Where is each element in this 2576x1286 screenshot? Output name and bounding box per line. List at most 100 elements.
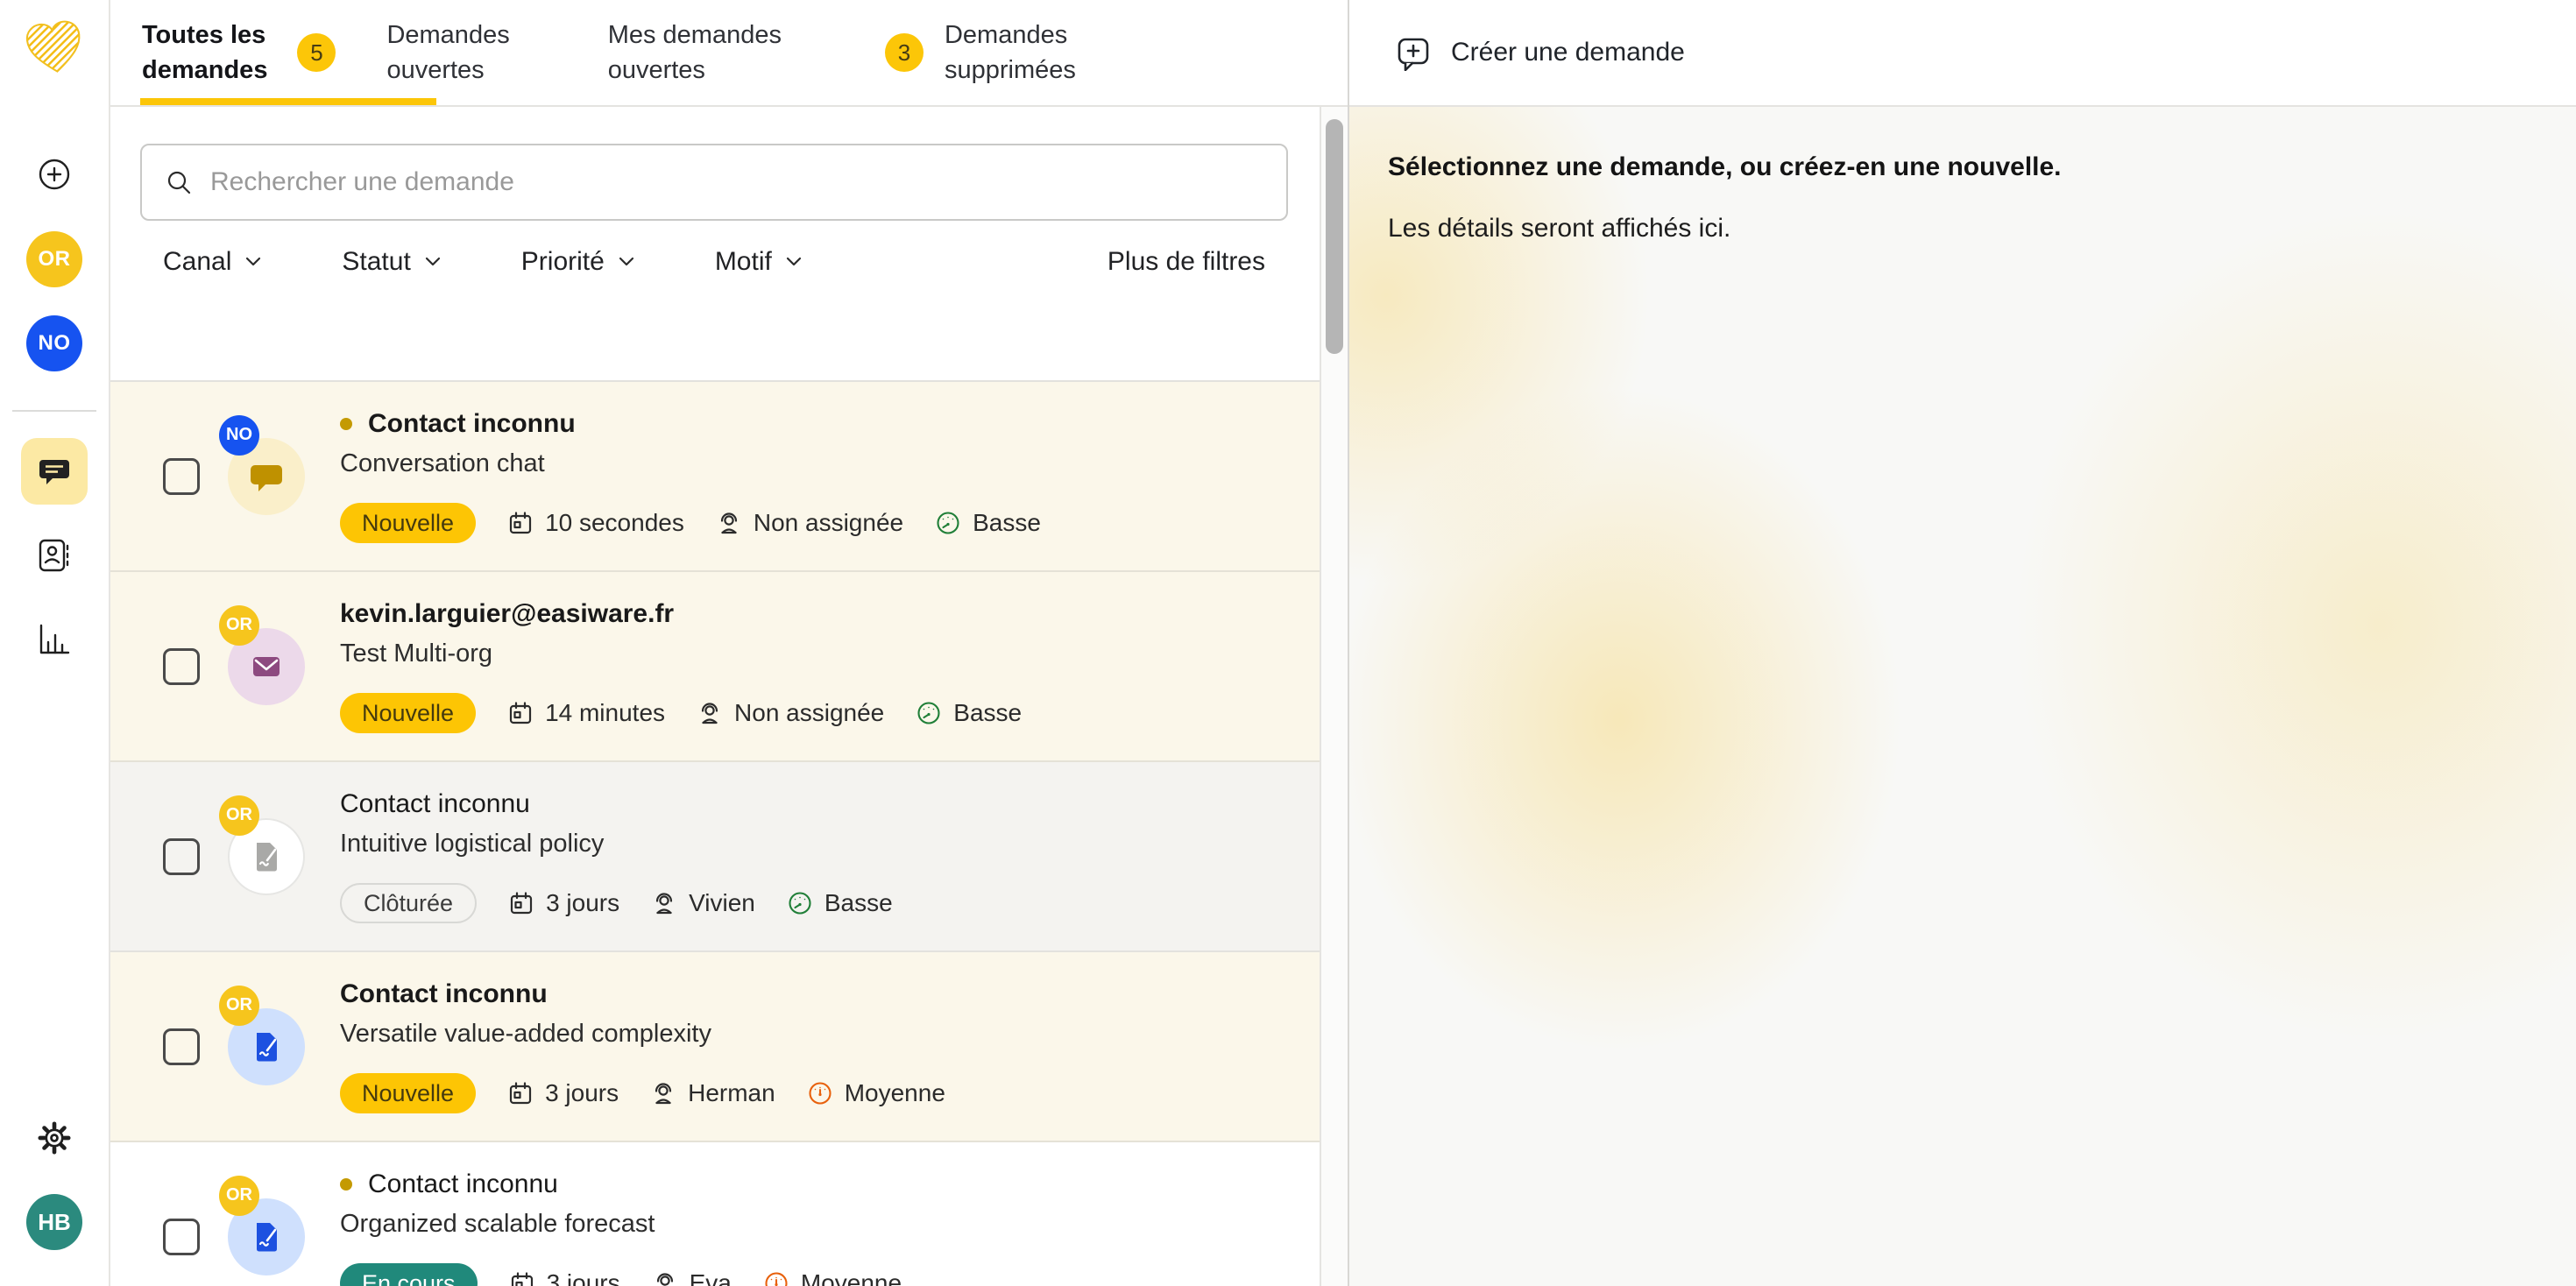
age-meta: 14 minutes bbox=[507, 699, 665, 727]
brand-heart-logo bbox=[23, 19, 86, 77]
plus-circle-icon bbox=[34, 154, 74, 194]
priority-meta: Basse bbox=[916, 699, 1022, 727]
left-rail: OR NO bbox=[0, 0, 109, 1286]
priority-label: Basse bbox=[973, 509, 1041, 537]
filter-priorite[interactable]: Priorité bbox=[521, 247, 634, 277]
priority-label: Moyenne bbox=[801, 1269, 902, 1286]
status-badge: En cours bbox=[340, 1263, 478, 1286]
panel-divider-line bbox=[1348, 0, 1349, 1286]
filters-row: Canal Statut Priorité Motif Plus de filt… bbox=[109, 247, 1320, 277]
sidebar-item-contacts[interactable] bbox=[33, 534, 75, 576]
unread-dot bbox=[340, 1178, 352, 1191]
tab-toutes-les-demandes[interactable]: Toutes les demandes 5 bbox=[142, 18, 336, 88]
bar-chart-icon bbox=[35, 620, 74, 659]
chevron-down-icon bbox=[425, 257, 441, 267]
priority-meta: Basse bbox=[935, 509, 1041, 537]
assignee-meta: Non assignée bbox=[697, 699, 884, 727]
ticket-avatar: OR bbox=[228, 628, 305, 705]
ticket-subtitle: Intuitive logistical policy bbox=[340, 830, 893, 859]
add-workspace-button[interactable] bbox=[34, 154, 74, 194]
org-avatar-no[interactable]: NO bbox=[26, 315, 82, 371]
detail-empty-state: Sélectionnez une demande, ou créez-en un… bbox=[1349, 107, 2576, 1286]
ticket-avatar: OR bbox=[228, 818, 305, 895]
ticket-list-panel: Canal Statut Priorité Motif Plus de filt… bbox=[109, 107, 1320, 1286]
list-scrollbar-thumb[interactable] bbox=[1326, 119, 1343, 354]
agent-icon bbox=[652, 1270, 678, 1286]
status-badge: Nouvelle bbox=[340, 1073, 476, 1113]
empty-state-title: Sélectionnez une demande, ou créez-en un… bbox=[1388, 152, 2576, 182]
filter-statut[interactable]: Statut bbox=[342, 247, 440, 277]
user-avatar[interactable]: HB bbox=[26, 1194, 82, 1250]
agent-icon bbox=[716, 510, 742, 536]
search-input[interactable] bbox=[209, 166, 1263, 198]
search-and-filters: Canal Statut Priorité Motif Plus de filt… bbox=[109, 144, 1320, 382]
ticket-text: Contact inconnu Versatile value-added co… bbox=[340, 979, 945, 1113]
org-avatar-or[interactable]: OR bbox=[26, 231, 82, 287]
ticket-row[interactable]: OR Contact inconnu Intuitive logistical … bbox=[109, 762, 1320, 952]
chat-bubble-icon bbox=[37, 454, 72, 489]
tab-label: Mes demandes ouvertes bbox=[608, 18, 782, 88]
mini-avatar: NO bbox=[219, 415, 259, 456]
ticket-checkbox[interactable] bbox=[163, 1219, 200, 1255]
tab-mes-demandes-ouvertes[interactable]: Mes demandes ouvertes bbox=[608, 18, 782, 88]
ticket-checkbox[interactable] bbox=[163, 1028, 200, 1065]
ticket-avatar: OR bbox=[228, 1198, 305, 1275]
assignee-meta: Vivien bbox=[651, 889, 755, 917]
ticket-row[interactable]: OR Contact inconnu Versatile value-added… bbox=[109, 952, 1320, 1142]
assignee-label: Herman bbox=[688, 1079, 775, 1107]
ticket-checkbox[interactable] bbox=[163, 648, 200, 685]
email-channel-icon bbox=[247, 647, 286, 686]
form-channel-icon bbox=[247, 1028, 286, 1066]
rail-divider bbox=[12, 410, 96, 412]
detail-header: Créer une demande bbox=[1349, 0, 2576, 105]
more-filters-button[interactable]: Plus de filtres bbox=[1108, 247, 1265, 277]
assignee-label: Vivien bbox=[689, 889, 755, 917]
priority-gauge-icon bbox=[787, 890, 813, 916]
ticket-meta: Nouvelle 10 secondes bbox=[340, 503, 1041, 543]
assignee-label: Eva bbox=[690, 1269, 732, 1286]
ticket-title: Contact inconnu bbox=[340, 789, 530, 819]
active-tab-underline bbox=[140, 98, 436, 105]
tab-demandes-supprimees[interactable]: 3 Demandes supprimées bbox=[885, 18, 1076, 88]
ticket-subtitle: Conversation chat bbox=[340, 449, 1041, 478]
chevron-down-icon bbox=[786, 257, 802, 267]
search-box bbox=[140, 144, 1288, 221]
age-label: 3 jours bbox=[545, 1079, 619, 1107]
ticket-checkbox[interactable] bbox=[163, 458, 200, 495]
ticket-row[interactable]: OR Contact inconnu Organized scalable fo… bbox=[109, 1142, 1320, 1286]
ticket-subtitle: Organized scalable forecast bbox=[340, 1210, 902, 1239]
calendar-icon bbox=[507, 510, 534, 536]
form-channel-icon bbox=[247, 1218, 286, 1256]
age-meta: 3 jours bbox=[508, 889, 619, 917]
tab-demandes-ouvertes[interactable]: Demandes ouvertes bbox=[386, 18, 509, 88]
ticket-title: kevin.larguier@easiware.fr bbox=[340, 599, 674, 629]
create-request-button[interactable]: Créer une demande bbox=[1395, 34, 1685, 71]
form-channel-icon bbox=[247, 837, 286, 876]
ticket-text: Contact inconnu Organized scalable forec… bbox=[340, 1169, 902, 1286]
tab-label: Demandes ouvertes bbox=[386, 18, 509, 88]
ticket-subtitle: Versatile value-added complexity bbox=[340, 1020, 945, 1049]
mini-avatar: OR bbox=[219, 605, 259, 646]
filter-motif[interactable]: Motif bbox=[715, 247, 802, 277]
title-line: Contact inconnu bbox=[340, 409, 1041, 439]
filter-canal[interactable]: Canal bbox=[163, 247, 261, 277]
ticket-checkbox[interactable] bbox=[163, 838, 200, 875]
header-divider bbox=[0, 105, 2576, 107]
list-scrollbar-track[interactable] bbox=[1320, 107, 1349, 1286]
status-badge: Nouvelle bbox=[340, 693, 476, 733]
settings-button[interactable] bbox=[34, 1118, 74, 1158]
filter-label: Canal bbox=[163, 247, 231, 277]
age-meta: 10 secondes bbox=[507, 509, 684, 537]
ticket-row[interactable]: NO Contact inconnu Conversation chat Nou… bbox=[109, 382, 1320, 572]
sidebar-item-requests[interactable] bbox=[21, 438, 88, 505]
title-line: Contact inconnu bbox=[340, 979, 945, 1009]
priority-label: Moyenne bbox=[845, 1079, 945, 1107]
create-request-label: Créer une demande bbox=[1451, 38, 1685, 67]
unread-dot bbox=[340, 418, 352, 430]
status-badge: Nouvelle bbox=[340, 503, 476, 543]
ticket-text: Contact inconnu Conversation chat Nouvel… bbox=[340, 409, 1041, 543]
sidebar-item-reports[interactable] bbox=[33, 618, 75, 661]
ticket-row[interactable]: OR kevin.larguier@easiware.fr Test Multi… bbox=[109, 572, 1320, 762]
search-icon bbox=[165, 168, 193, 196]
assignee-label: Non assignée bbox=[734, 699, 884, 727]
